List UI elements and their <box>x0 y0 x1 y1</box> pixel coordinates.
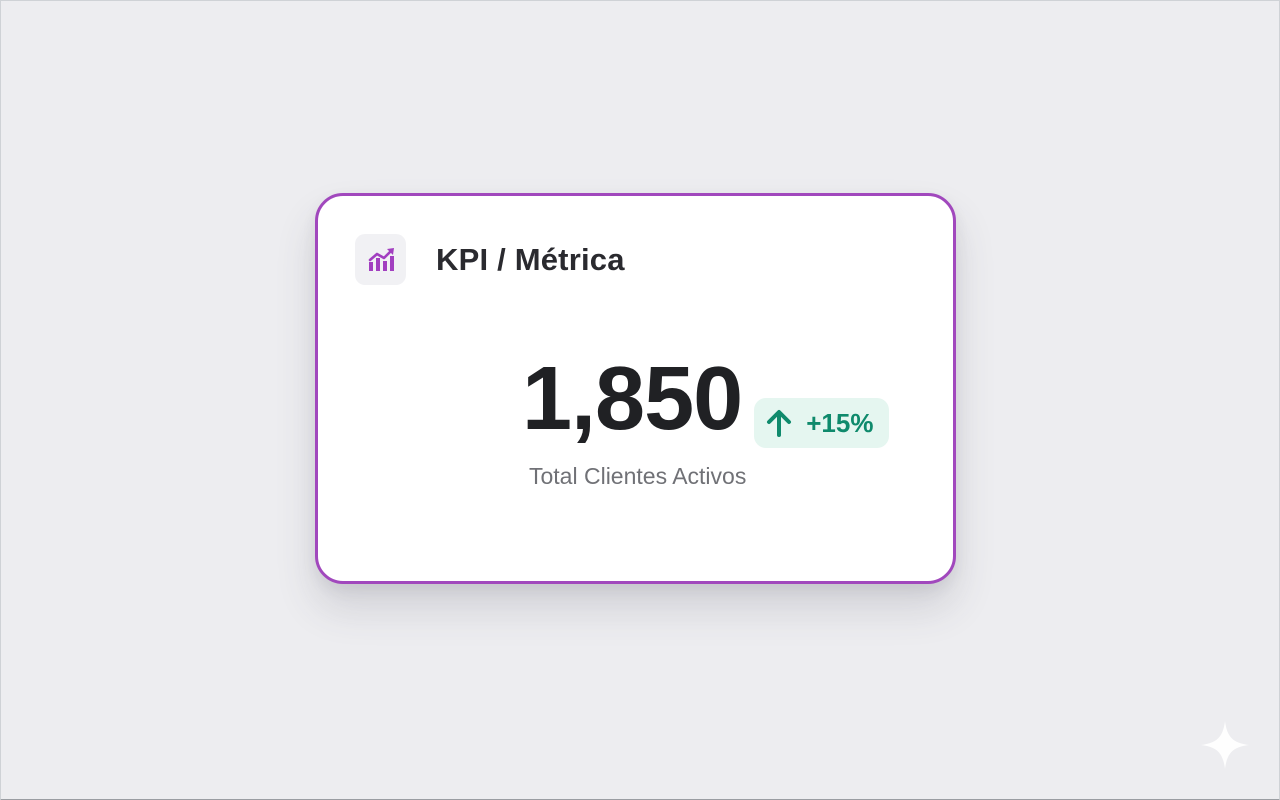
metric-value: 1,850 <box>522 349 743 449</box>
sparkle-icon <box>1199 719 1251 776</box>
change-value: +15% <box>806 407 874 438</box>
metric-row: 1,850 +15% <box>522 349 890 449</box>
metric-label: Total Clientes Activos <box>529 463 747 489</box>
trending-chart-icon <box>355 234 406 285</box>
kpi-card: KPI / Métrica 1,850 +15% Total Clientes … <box>315 193 956 584</box>
arrow-up-icon <box>767 410 792 437</box>
card-header: KPI / Métrica <box>355 234 625 285</box>
app-window: KPI / Métrica 1,850 +15% Total Clientes … <box>0 0 1280 800</box>
card-title: KPI / Métrica <box>436 241 625 277</box>
change-badge: +15% <box>754 398 890 448</box>
